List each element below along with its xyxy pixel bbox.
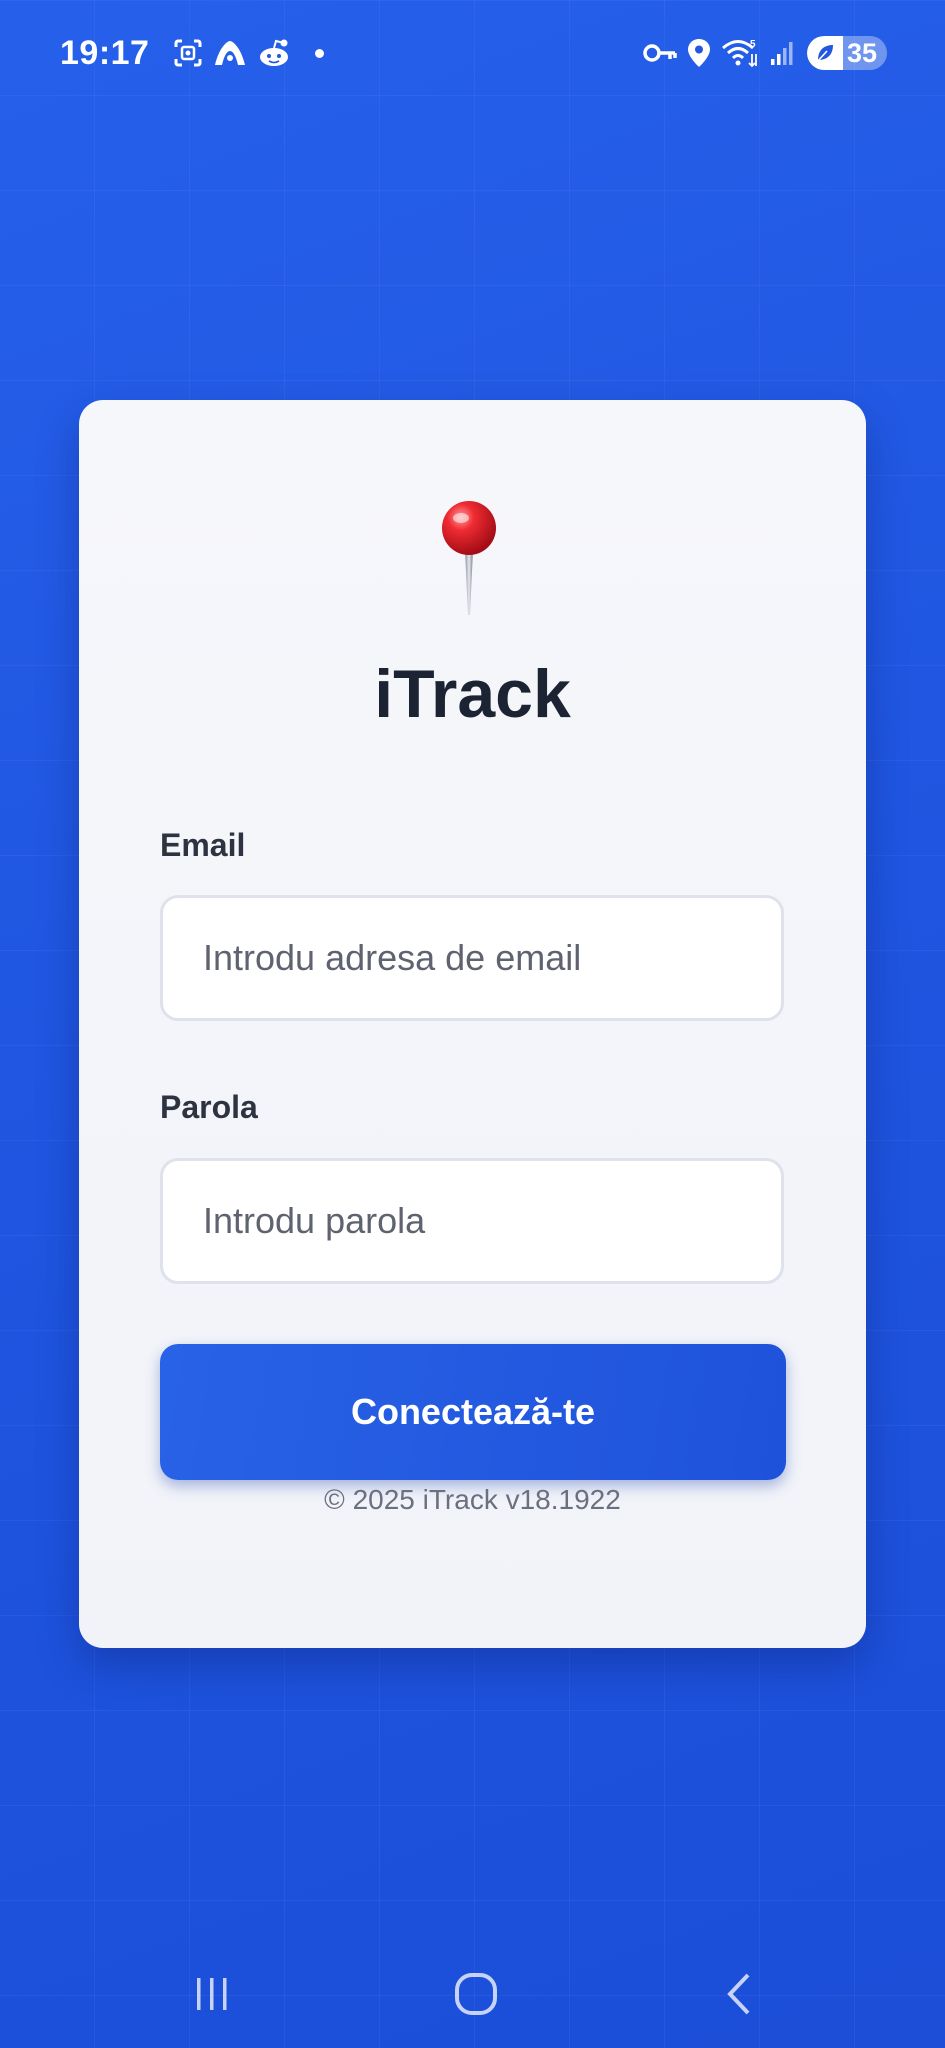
- app-title: iTrack: [374, 656, 571, 732]
- password-label: Parola: [160, 1089, 258, 1125]
- recent-apps-button[interactable]: [152, 1940, 272, 2048]
- svg-text:5: 5: [750, 39, 756, 50]
- signal-icon: [769, 40, 795, 66]
- email-field[interactable]: [160, 895, 784, 1021]
- home-icon: [455, 1973, 497, 2015]
- home-button[interactable]: [416, 1940, 536, 2048]
- reddit-icon: [257, 38, 291, 68]
- vpn-key-icon: [643, 42, 677, 64]
- notification-dot: [315, 48, 325, 58]
- battery-icon: 35: [806, 36, 887, 70]
- recent-apps-icon: [197, 1978, 227, 2010]
- status-right: 5 35: [633, 36, 887, 70]
- password-field[interactable]: [160, 1158, 784, 1284]
- bird-app-icon: [213, 38, 247, 68]
- battery-saver-icon: [806, 36, 843, 70]
- navigation-bar: [0, 1940, 945, 2048]
- pushpin-icon: [442, 501, 496, 615]
- battery-level: 35: [846, 37, 877, 68]
- login-button[interactable]: Conectează-te: [160, 1344, 786, 1480]
- screenshot-icon: [173, 38, 203, 68]
- login-card: iTrack Email Parola Conectează-te © 2025…: [79, 400, 866, 1648]
- footer-copyright: © 2025 iTrack v18.1922: [324, 1484, 621, 1515]
- status-left: 19:17: [60, 33, 325, 73]
- status-time: 19:17: [60, 33, 150, 72]
- wifi-icon: 5: [721, 38, 759, 68]
- email-label: Email: [160, 827, 246, 863]
- back-icon: [727, 1973, 750, 2015]
- location-icon: [687, 38, 711, 68]
- back-button[interactable]: [680, 1940, 800, 2048]
- status-bar: 19:17 5 35: [0, 0, 945, 106]
